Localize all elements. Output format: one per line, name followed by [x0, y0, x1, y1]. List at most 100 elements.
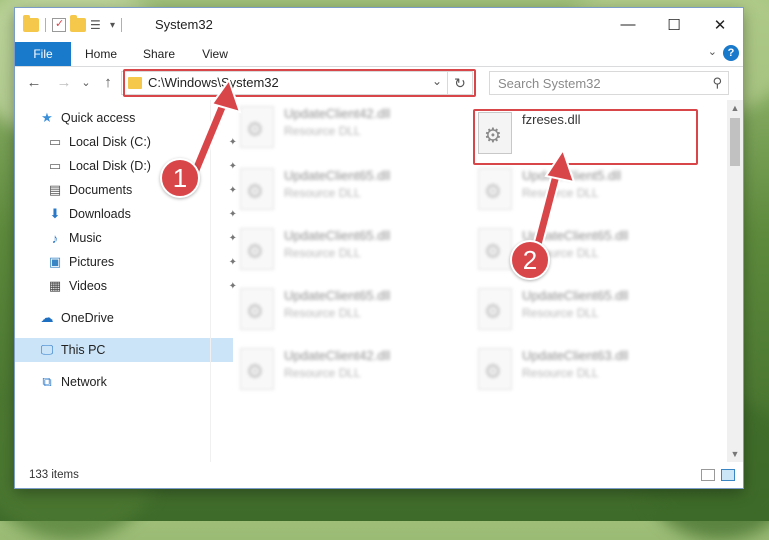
sidebar-item-onedrive[interactable]: ☁ OneDrive	[15, 306, 233, 330]
sidebar-item-label: OneDrive	[61, 311, 114, 325]
sidebar-item-music[interactable]: ♪ Music ✦	[15, 226, 241, 250]
file-item[interactable]: UpdateClient42.dll Resource DLL	[240, 104, 470, 160]
sidebar-item-downloads[interactable]: ⬇ Downloads ✦	[15, 202, 241, 226]
close-button[interactable]: ✕	[697, 8, 743, 41]
step-2-badge: 2	[510, 240, 550, 280]
search-placeholder: Search System32	[498, 76, 601, 91]
download-icon: ⬇	[49, 206, 61, 221]
sidebar-item-local-disk-d[interactable]: ▭ Local Disk (D:) ✦	[15, 154, 241, 178]
address-highlight-box	[123, 69, 476, 97]
help-icon[interactable]: ?	[723, 45, 739, 61]
navigation-bar: ← → ⌄ ↑ C:\Windows\System32 ⌄ ↻ Search S…	[15, 68, 743, 98]
file-name: UpdateClient65.dll	[284, 288, 391, 303]
properties-icon[interactable]: ✓	[52, 18, 66, 32]
ribbon-expand-icon[interactable]: ⌄	[708, 45, 717, 58]
file-name: UpdateClient65.dll	[284, 168, 391, 183]
music-icon: ♪	[51, 230, 59, 246]
search-input[interactable]: Search System32 ⚲	[489, 71, 729, 95]
sidebar-item-label: Videos	[69, 279, 107, 293]
file-type: Resource DLL	[522, 366, 599, 380]
minimize-button[interactable]: —	[605, 8, 651, 41]
file-name: UpdateClient63.dll	[522, 348, 629, 363]
file-name: UpdateClient42.dll	[284, 106, 391, 121]
sidebar-item-label: Music	[69, 231, 102, 245]
dll-file-icon	[478, 348, 512, 390]
scroll-up-icon[interactable]: ▲	[727, 100, 743, 116]
file-type: Resource DLL	[284, 366, 361, 380]
network-icon: ⧉	[42, 374, 52, 389]
star-icon: ★	[41, 110, 53, 125]
back-icon[interactable]: ←	[25, 74, 43, 92]
file-item[interactable]: UpdateClient65.dll Resource DLL	[478, 286, 708, 342]
sidebar-item-label: Quick access	[61, 111, 136, 125]
computer-icon: 🖵	[40, 342, 54, 357]
tab-share[interactable]: Share	[135, 42, 183, 66]
cloud-icon: ☁	[40, 310, 54, 325]
file-item[interactable]: UpdateClient5.dll Resource DLL	[478, 166, 708, 222]
file-name: UpdateClient5.dll	[522, 168, 622, 183]
file-highlight-box	[473, 109, 698, 165]
file-name: UpdateClient42.dll	[284, 348, 391, 363]
file-type: Resource DLL	[284, 124, 361, 138]
forward-icon[interactable]: →	[55, 74, 73, 92]
sidebar-item-label: This PC	[61, 343, 106, 357]
drive-icon: ▭	[48, 134, 62, 149]
drive-icon: ▭	[48, 158, 62, 173]
pictures-icon: ▣	[48, 254, 62, 269]
navigation-pane: ★ Quick access ▭ Local Disk (C:) ✦ ▭ Loc…	[15, 100, 237, 462]
qat-dropdown-icon[interactable]: ▾	[110, 20, 115, 31]
dll-file-icon	[478, 168, 512, 210]
item-count: 133 items	[29, 469, 79, 481]
sidebar-item-videos[interactable]: ▦ Videos ✦	[15, 274, 241, 298]
dll-file-icon	[240, 288, 274, 330]
tab-view[interactable]: View	[191, 42, 239, 66]
file-item[interactable]: UpdateClient65.dll Resource DLL	[240, 226, 470, 282]
up-icon[interactable]: ↑	[99, 74, 117, 92]
sidebar-item-this-pc[interactable]: 🖵 This PC	[15, 338, 233, 362]
sidebar-item-label: Pictures	[69, 255, 115, 269]
sidebar-item-pictures[interactable]: ▣ Pictures ✦	[15, 250, 241, 274]
dll-file-icon	[240, 348, 274, 390]
minimize-icon: —	[620, 16, 636, 33]
details-view-icon[interactable]	[701, 469, 715, 481]
tiles-view-icon[interactable]	[721, 469, 735, 481]
folder-icon	[23, 15, 39, 32]
ribbon-tabs: File Home Share View ⌄ ?	[15, 42, 743, 66]
sidebar-item-documents[interactable]: ▤ Documents ✦	[15, 178, 241, 202]
tab-file[interactable]: File	[15, 42, 71, 66]
sidebar-item-label: Local Disk (D:)	[69, 159, 151, 173]
file-item[interactable]: UpdateClient42.dll Resource DLL	[240, 346, 470, 402]
close-icon: ✕	[713, 16, 727, 34]
scroll-down-icon[interactable]: ▼	[727, 446, 743, 462]
file-explorer-window: ✓ ☰ ▾ System32 — ☐ ✕ File Home Share Vie…	[15, 8, 743, 488]
document-icon: ▤	[48, 182, 62, 197]
vertical-scrollbar[interactable]: ▲ ▼	[727, 100, 743, 462]
recent-locations-icon[interactable]: ⌄	[77, 74, 95, 92]
sidebar-item-label: Local Disk (C:)	[69, 135, 151, 149]
divider	[210, 100, 211, 462]
tab-home[interactable]: Home	[77, 42, 125, 66]
sidebar-item-quick-access[interactable]: ★ Quick access	[15, 106, 233, 130]
file-name: UpdateClient65.dll	[284, 228, 391, 243]
sidebar-item-label: Downloads	[69, 207, 131, 221]
maximize-button[interactable]: ☐	[651, 8, 697, 41]
file-type: Resource DLL	[522, 306, 599, 320]
divider	[121, 18, 123, 32]
maximize-icon: ☐	[667, 16, 681, 34]
file-item[interactable]: UpdateClient65.dll Resource DLL	[240, 166, 470, 222]
file-type: Resource DLL	[284, 186, 361, 200]
scroll-thumb[interactable]	[730, 118, 740, 166]
dll-file-icon	[240, 106, 274, 148]
file-item[interactable]: UpdateClient65.dll Resource DLL	[240, 286, 470, 342]
search-icon[interactable]: ⚲	[712, 75, 722, 91]
file-name: UpdateClient65.dll	[522, 288, 629, 303]
customize-icon[interactable]: ☰	[90, 18, 106, 32]
videos-icon: ▦	[48, 278, 62, 293]
sidebar-item-network[interactable]: ⧉ Network	[15, 370, 233, 394]
dll-file-icon	[240, 228, 274, 270]
dll-file-icon	[240, 168, 274, 210]
dll-file-icon	[478, 288, 512, 330]
sidebar-item-local-disk-c[interactable]: ▭ Local Disk (C:) ✦	[15, 130, 241, 154]
new-folder-icon[interactable]	[70, 15, 86, 32]
file-item[interactable]: UpdateClient63.dll Resource DLL	[478, 346, 708, 402]
